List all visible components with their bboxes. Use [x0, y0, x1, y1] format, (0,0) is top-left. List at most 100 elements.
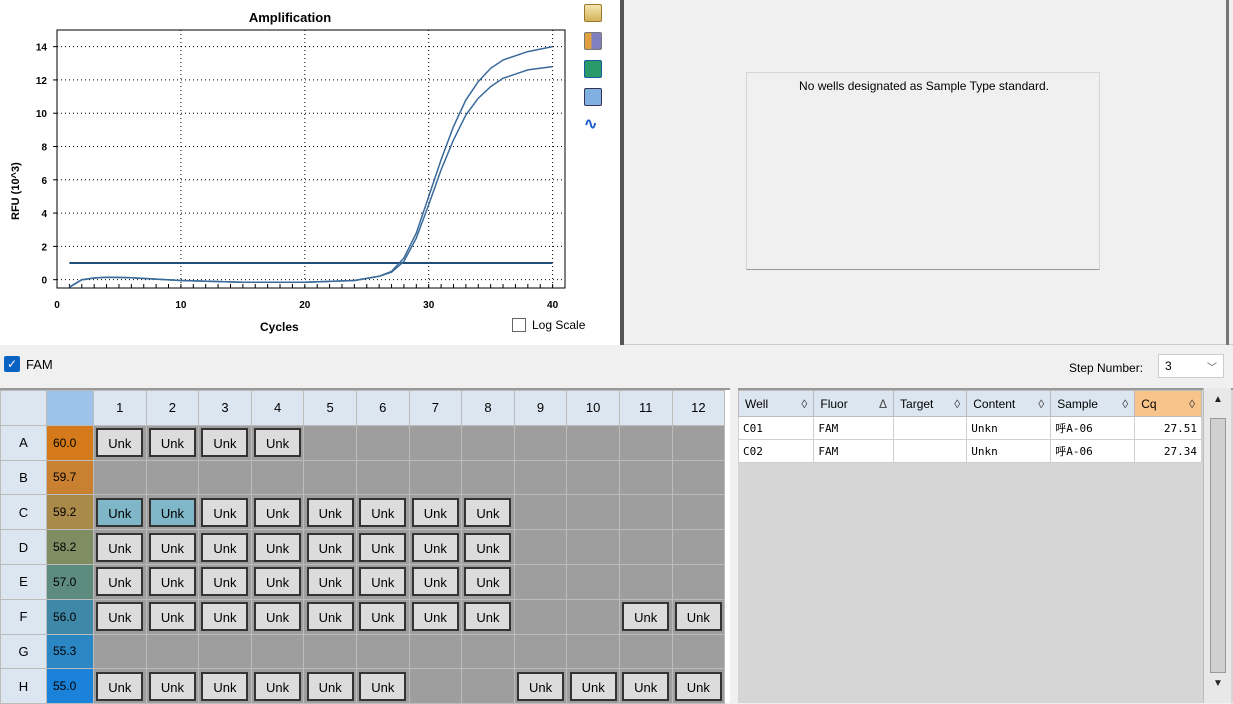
plate-well[interactable]: Unk [145, 668, 200, 704]
plate-well[interactable]: Unk [618, 668, 673, 704]
well-unknown-button[interactable]: Unk [306, 497, 354, 527]
plate-well[interactable] [671, 529, 726, 565]
column-header-target[interactable]: Target ◊ [893, 390, 968, 417]
plate-well[interactable]: Unk [566, 668, 620, 704]
plate-well[interactable] [461, 668, 515, 704]
export-icon[interactable] [584, 60, 602, 78]
row-header[interactable]: H [0, 668, 47, 704]
well-unknown-button[interactable]: Unk [306, 567, 354, 597]
plate-well[interactable] [355, 459, 410, 496]
plate-well[interactable]: Unk [93, 668, 147, 704]
row-header[interactable]: G [0, 633, 47, 670]
plate-well[interactable]: Unk [250, 563, 305, 600]
plate-well[interactable]: Unk [250, 494, 305, 531]
chart-settings-icon[interactable] [584, 32, 602, 50]
well-unknown-button[interactable]: Unk [201, 602, 249, 632]
well-unknown-button[interactable]: Unk [622, 671, 670, 701]
plate-well[interactable]: Unk [198, 494, 252, 531]
plate-well[interactable]: Unk [461, 494, 515, 531]
well-unknown-button[interactable]: Unk [411, 567, 459, 597]
plate-well[interactable] [566, 598, 620, 635]
column-header[interactable]: 3 [198, 390, 252, 426]
plate-well[interactable]: Unk [250, 424, 305, 461]
plate-well[interactable]: Unk [618, 598, 673, 635]
well-unknown-button[interactable]: Unk [359, 671, 407, 701]
plate-well[interactable] [461, 459, 515, 496]
column-header[interactable]: 1 [93, 390, 147, 426]
well-unknown-button[interactable]: Unk [254, 602, 302, 632]
plate-well[interactable] [671, 459, 726, 496]
sort-icon[interactable]: ◊ [954, 397, 960, 411]
column-header[interactable]: 2 [145, 390, 200, 426]
plate-well[interactable] [461, 424, 515, 461]
plate-well[interactable]: Unk [408, 563, 463, 600]
plate-well[interactable] [408, 668, 463, 704]
plate-well[interactable] [566, 424, 620, 461]
well-unknown-button[interactable]: Unk [201, 567, 249, 597]
plate-well[interactable] [513, 529, 568, 565]
well-unknown-button[interactable]: Unk [148, 532, 196, 562]
plate-well[interactable]: Unk [408, 598, 463, 635]
plate-well[interactable] [671, 563, 726, 600]
well-unknown-button[interactable]: Unk [96, 602, 144, 632]
right-edge-splitter[interactable] [1226, 0, 1229, 345]
scroll-up-icon[interactable]: ▲ [1210, 394, 1226, 410]
plate-well[interactable]: Unk [145, 563, 200, 600]
plate-well[interactable] [671, 424, 726, 461]
plate-well[interactable]: Unk [145, 598, 200, 635]
results-scrollbar[interactable]: ▲ ▼ [1203, 388, 1231, 703]
plate-well[interactable]: Unk [355, 494, 410, 531]
row-header[interactable]: D [0, 529, 47, 565]
sort-icon[interactable]: ◊ [1122, 397, 1128, 411]
plate-well[interactable]: Unk [250, 668, 305, 704]
well-unknown-button[interactable]: Unk [622, 602, 670, 632]
plate-well[interactable]: Unk [303, 598, 357, 635]
plate-well[interactable]: Unk [461, 529, 515, 565]
plate-well[interactable] [618, 563, 673, 600]
plate-well[interactable] [408, 424, 463, 461]
plate-well[interactable]: Unk [355, 598, 410, 635]
plate-well[interactable]: Unk [355, 529, 410, 565]
well-unknown-button[interactable]: Unk [464, 602, 512, 632]
row-header[interactable]: F [0, 598, 47, 635]
well-unknown-button[interactable]: Unk [254, 497, 302, 527]
well-unknown-button[interactable]: Unk [201, 497, 249, 527]
column-header[interactable]: 4 [250, 390, 305, 426]
well-unknown-button[interactable]: Unk [96, 567, 144, 597]
plate-well[interactable] [618, 459, 673, 496]
amplification-plot[interactable]: 0 2 4 6 8 10 12 14 0 10 20 30 40 [0, 0, 580, 345]
well-unknown-button[interactable]: Unk [201, 428, 249, 458]
column-header-fluor[interactable]: Fluor Δ [813, 390, 895, 417]
plate-well[interactable] [513, 424, 568, 461]
plate-well[interactable]: Unk [250, 598, 305, 635]
zoom-chart-icon[interactable] [584, 88, 602, 106]
well-unknown-button[interactable]: Unk [201, 671, 249, 701]
plate-well[interactable] [513, 633, 568, 670]
plate-well[interactable]: Unk [198, 598, 252, 635]
well-unknown-button[interactable]: Unk [254, 671, 302, 701]
sort-icon[interactable]: Δ [879, 397, 887, 411]
column-header[interactable]: 7 [408, 390, 463, 426]
well-unknown-button[interactable]: Unk [464, 567, 512, 597]
plate-well[interactable]: Unk [93, 494, 147, 531]
plate-well[interactable] [566, 494, 620, 531]
plate-well[interactable] [198, 633, 252, 670]
log-scale-checkbox[interactable] [512, 318, 526, 332]
plate-well[interactable] [355, 424, 410, 461]
well-unknown-button[interactable]: Unk [359, 567, 407, 597]
row-header[interactable]: A [0, 424, 47, 461]
log-scale-toggle[interactable]: Log Scale [512, 318, 585, 332]
plate-well[interactable]: Unk [408, 529, 463, 565]
plate-well[interactable]: Unk [671, 668, 726, 704]
column-header[interactable]: 12 [671, 390, 726, 426]
plate-well[interactable]: Unk [93, 424, 147, 461]
column-header-well[interactable]: Well ◊ [737, 390, 815, 417]
plate-well[interactable] [618, 424, 673, 461]
copy-icon[interactable] [584, 4, 602, 22]
plate-well[interactable]: Unk [93, 598, 147, 635]
plate-well[interactable] [250, 633, 305, 670]
plate-well[interactable] [93, 459, 147, 496]
column-header-cq[interactable]: Cq ◊ [1134, 390, 1202, 417]
table-row[interactable]: C01 FAM Unkn 呼A-06 27.51 [737, 416, 1202, 440]
plate-well[interactable] [618, 529, 673, 565]
